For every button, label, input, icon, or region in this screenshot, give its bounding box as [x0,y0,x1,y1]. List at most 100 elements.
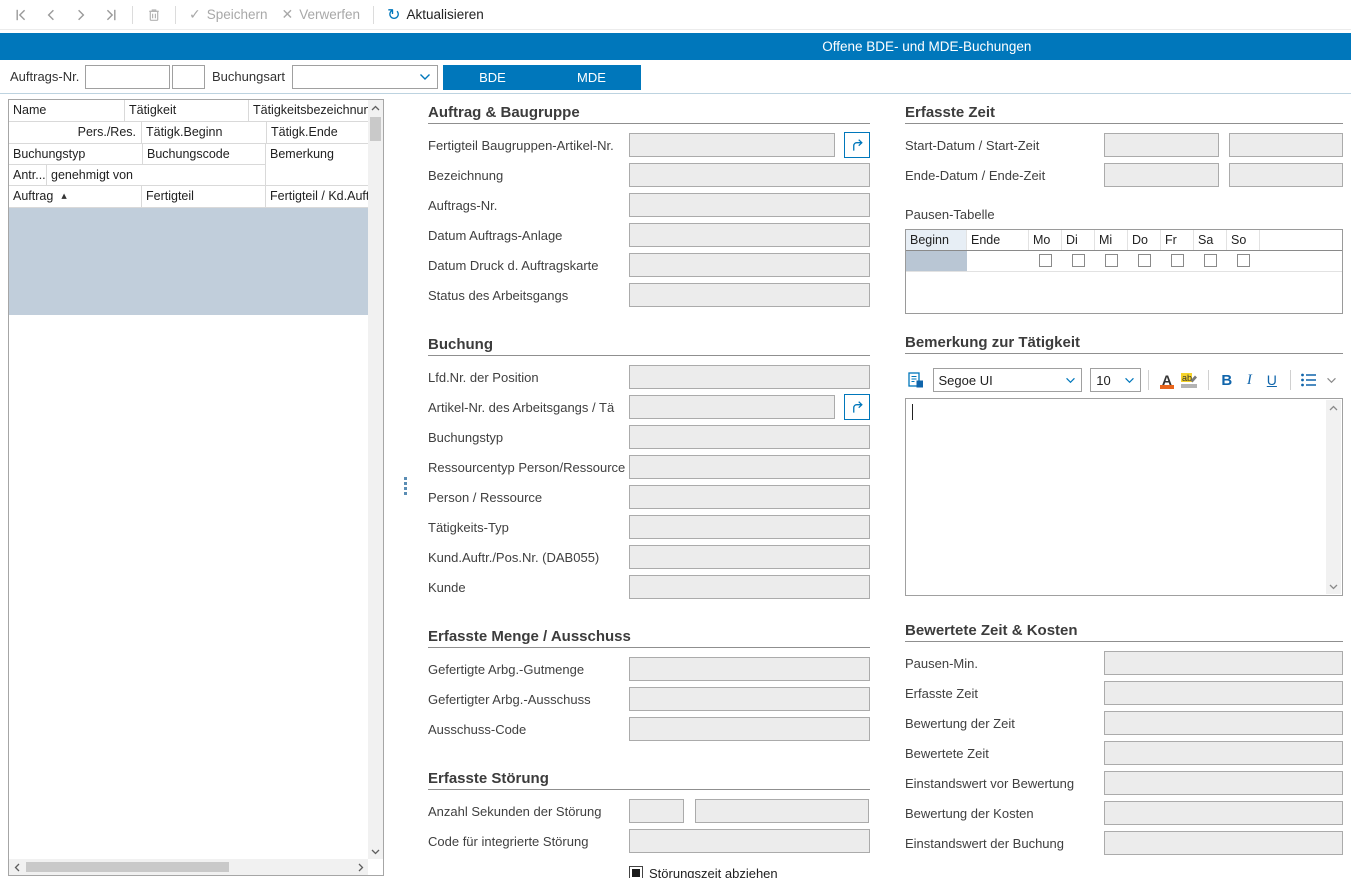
scroll-down-arrow[interactable] [1326,579,1341,594]
order-no-suffix-input[interactable] [172,65,205,89]
toolbar-overflow-button[interactable] [1321,368,1344,392]
font-size-dropdown[interactable]: 10 [1090,368,1140,392]
scroll-right-arrow[interactable] [353,859,368,875]
italic-button[interactable]: I [1238,368,1261,392]
day-checkbox-mo[interactable] [1039,254,1052,267]
lookup-button[interactable] [844,132,870,158]
datum-druck-auftragskarte-input[interactable] [629,253,870,277]
scroll-thumb[interactable] [370,117,381,141]
refresh-button[interactable]: ↻ Aktualisieren [382,2,489,28]
day-checkbox-mi[interactable] [1105,254,1118,267]
column-header-fertigteil[interactable]: Fertigteil [142,186,266,208]
column-header-genehmigt-von[interactable]: genehmigt von [47,165,266,186]
ressourcentyp-input[interactable] [629,455,870,479]
auftrags-nr-input[interactable] [629,193,870,217]
lookup-button[interactable] [844,394,870,420]
artikel-nr-arbeitsgang-input[interactable] [629,395,835,419]
tab-bde[interactable]: BDE [443,65,542,90]
bewertete-zeit-input[interactable] [1104,741,1343,765]
column-header-antrag[interactable]: Antr... [9,165,47,186]
ausschuss-input[interactable] [629,687,870,711]
column-header-taetigkeit[interactable]: Tätigkeit [125,100,249,122]
table-vertical-scrollbar[interactable] [368,100,383,859]
pausen-col-di[interactable]: Di [1062,230,1095,250]
pausen-col-mi[interactable]: Mi [1095,230,1128,250]
paste-text-button[interactable] [905,368,928,392]
scroll-thumb[interactable] [26,862,229,872]
booking-type-dropdown[interactable] [292,65,438,89]
pausen-min-input[interactable] [1104,651,1343,675]
scroll-up-arrow[interactable] [1326,400,1341,415]
nav-next-button[interactable] [68,2,94,28]
bewertung-zeit-input[interactable] [1104,711,1343,735]
highlight-color-button[interactable]: ab [1178,368,1201,392]
column-header-buchungstyp[interactable]: Buchungstyp [9,144,143,165]
font-color-button[interactable]: A [1156,368,1179,392]
ende-zeit-input[interactable] [1229,163,1343,187]
day-checkbox-sa[interactable] [1204,254,1217,267]
status-arbeitsgang-input[interactable] [629,283,870,307]
kunde-input[interactable] [629,575,870,599]
datum-auftrags-anlage-input[interactable] [629,223,870,247]
pausen-selected-cell[interactable] [906,251,967,271]
column-header-pers-res[interactable]: Pers./Res. [9,122,142,144]
column-header-auftrag[interactable]: Auftrag▲ [9,186,142,208]
ende-datum-input[interactable] [1104,163,1219,187]
day-checkbox-do[interactable] [1138,254,1151,267]
font-family-dropdown[interactable]: Segoe UI [933,368,1083,392]
splitter-grip[interactable] [404,477,407,495]
discard-button[interactable]: ✕ Verwerfen [277,2,366,28]
einstandswert-vor-bewertung-input[interactable] [1104,771,1343,795]
save-button[interactable]: ✓ Speichern [184,2,273,28]
nav-last-button[interactable] [98,2,124,28]
nav-first-button[interactable] [8,2,34,28]
erfasste-zeit-input[interactable] [1104,681,1343,705]
start-zeit-input[interactable] [1229,133,1343,157]
stoerung-code-input[interactable] [629,829,870,853]
person-ressource-input[interactable] [629,485,870,509]
pausen-col-beginn[interactable]: Beginn [906,230,967,250]
column-header-buchungscode[interactable]: Buchungscode [143,144,266,165]
ausschuss-code-input[interactable] [629,717,870,741]
pausen-col-ende[interactable]: Ende [967,230,1029,250]
bezeichnung-input[interactable] [629,163,870,187]
lfd-nr-position-input[interactable] [629,365,870,389]
bold-button[interactable]: B [1216,368,1239,392]
selected-row-highlight[interactable] [9,208,369,315]
column-header-name[interactable]: Name [9,100,125,122]
column-header-taetigk-beginn[interactable]: Tätigk.Beginn [142,122,267,144]
day-checkbox-so[interactable] [1237,254,1250,267]
pausen-col-mo[interactable]: Mo [1029,230,1062,250]
taetigkeits-typ-input[interactable] [629,515,870,539]
einstandswert-buchung-input[interactable] [1104,831,1343,855]
pausen-col-do[interactable]: Do [1128,230,1161,250]
scroll-up-arrow[interactable] [368,100,383,115]
day-checkbox-di[interactable] [1072,254,1085,267]
delete-button[interactable] [141,2,167,28]
column-header-taetigkeitsbezeichnung[interactable]: Tätigkeitsbezeichnung [249,100,383,122]
table-horizontal-scrollbar[interactable] [9,859,368,875]
fertigteil-baugruppen-artikel-nr-input[interactable] [629,133,835,157]
column-header-fertigteil-kd-auftrag[interactable]: Fertigteil / Kd.Auftrag [266,186,383,208]
pausen-col-sa[interactable]: Sa [1194,230,1227,250]
column-header-taetigk-ende[interactable]: Tätigk.Ende [267,122,383,144]
gutmenge-input[interactable] [629,657,870,681]
pausen-col-so[interactable]: So [1227,230,1260,250]
stoerung-dauer-input[interactable] [695,799,869,823]
stoerung-sekunden-input[interactable] [629,799,684,823]
day-checkbox-fr[interactable] [1171,254,1184,267]
underline-button[interactable]: U [1261,368,1284,392]
scroll-left-arrow[interactable] [9,859,24,875]
nav-prev-button[interactable] [38,2,64,28]
bemerkung-textarea[interactable] [905,398,1343,596]
buchungstyp-input[interactable] [629,425,870,449]
bullet-list-button[interactable] [1298,368,1321,392]
start-datum-input[interactable] [1104,133,1219,157]
tab-mde[interactable]: MDE [542,65,641,90]
bewertung-kosten-input[interactable] [1104,801,1343,825]
pausen-col-fr[interactable]: Fr [1161,230,1194,250]
order-no-input[interactable] [85,65,170,89]
kund-auftr-pos-nr-input[interactable] [629,545,870,569]
editor-vertical-scrollbar[interactable] [1326,400,1341,594]
column-header-bemerkung[interactable]: Bemerkung [266,144,383,186]
